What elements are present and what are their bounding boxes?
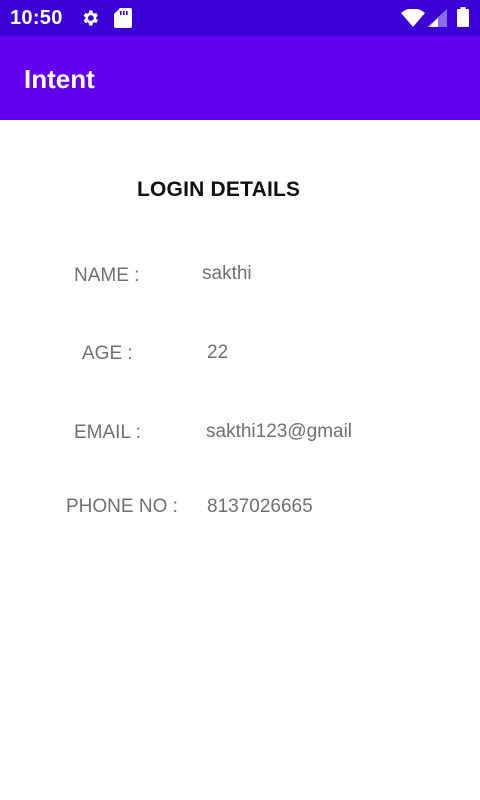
- phone-screen: 10:50 Intent LOGIN DETAILS NAME: sakthi…: [0, 0, 480, 800]
- email-value: sakthi123@gmail: [206, 421, 353, 442]
- name-value: sakthi: [202, 263, 252, 284]
- battery-icon: [457, 7, 469, 32]
- sd-card-icon: [114, 8, 132, 33]
- app-title: Intent: [24, 64, 95, 94]
- phone-label: PHONE NO :: [66, 496, 178, 517]
- email-label: EMAIL :: [74, 422, 141, 443]
- status-time: 10:50: [10, 7, 63, 29]
- name-label: NAME :: [74, 265, 140, 286]
- age-label: AGE :: [82, 343, 133, 364]
- app-bar: Intent: [0, 36, 480, 120]
- status-bar: 10:50: [0, 0, 480, 36]
- wifi-icon: [401, 8, 425, 32]
- phone-value: 8137026665: [207, 496, 313, 517]
- signal-icon: [427, 9, 447, 32]
- gear-icon: [80, 8, 100, 33]
- age-value: 22: [207, 342, 229, 363]
- page-title: LOGIN DETAILS: [137, 178, 301, 201]
